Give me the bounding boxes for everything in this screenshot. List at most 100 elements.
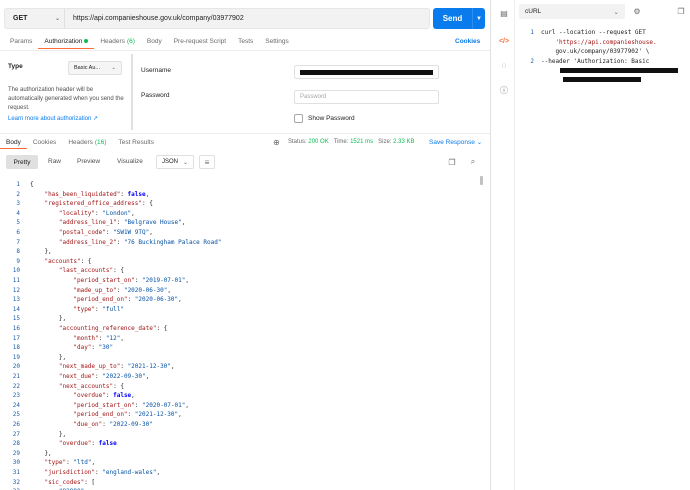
code-token: "made_up_to" — [73, 286, 117, 294]
response-body-code[interactable]: 1{2 "has_been_liquidated": false, 3 "regi… — [0, 176, 480, 490]
code-token: "period_start_on" — [73, 277, 135, 284]
tab-label: Cookies — [32, 139, 57, 146]
line-number: 2 — [530, 57, 534, 65]
snippet-line: gov.uk/company/03977902' \ — [519, 47, 649, 57]
line-number: 7 — [16, 238, 20, 246]
code-token: : — [91, 344, 99, 352]
code-line: 10 "last_accounts": { — [0, 266, 478, 276]
code-line: 17 "month": "12", — [0, 334, 478, 344]
wrap-lines-icon[interactable]: ≡ — [199, 155, 215, 169]
view-visualize-button[interactable]: Visualize — [117, 158, 143, 165]
status-bar: Status: 200 OK Time: 1521 ms Size: 2.33 … — [288, 139, 414, 145]
panel-splitter[interactable] — [131, 54, 133, 130]
info-icon[interactable]: ⓘ — [499, 85, 509, 95]
code-line: 4 "locality": "London", — [0, 209, 478, 219]
tab-label: Authorization — [44, 37, 83, 45]
line-number: 17 — [12, 334, 20, 342]
code-line: 27 }, — [0, 430, 478, 440]
line-number: 13 — [12, 296, 20, 304]
auth-info-text: The authorization header will be automat… — [8, 87, 124, 111]
code-token: "month" — [73, 334, 99, 342]
code-line: 15 }, — [0, 314, 478, 324]
code-token: "type" — [44, 459, 67, 467]
code-token: , — [178, 411, 182, 419]
code-line: 28 "overdue": false — [0, 439, 478, 449]
redacted-username — [300, 70, 433, 75]
tab-label: Pre-request Script — [173, 38, 227, 45]
code-token: "locality" — [58, 209, 96, 217]
tab-body[interactable]: Body — [141, 34, 168, 49]
code-line: 24 "period_start_on": "2020-07-01", — [0, 401, 478, 411]
save-response-button[interactable]: Save Response ⌄ — [429, 138, 482, 146]
code-token: "type" — [73, 305, 96, 313]
code-line: 8 }, — [0, 247, 478, 257]
scrollbar[interactable] — [480, 176, 483, 185]
password-field[interactable]: Password — [294, 90, 439, 104]
code-token: "London" — [102, 209, 132, 217]
snippet-text: --header 'Authorization: Basic — [541, 57, 650, 65]
send-button[interactable]: Send ▼ — [433, 8, 485, 29]
tab-pre-request-script[interactable]: Pre-request Script — [168, 34, 232, 49]
copy-snippet-icon[interactable]: ❐ — [676, 6, 686, 16]
search-icon[interactable]: ⌕ — [468, 157, 478, 167]
code-token: : — [102, 421, 110, 428]
code-line: 18 "day": "30" — [0, 343, 478, 353]
send-dropdown-icon[interactable]: ▼ — [472, 8, 485, 29]
code-token: "12" — [105, 334, 121, 342]
method-select[interactable]: GET ⌄ — [5, 9, 65, 28]
time-label: Time: — [333, 139, 349, 145]
code-token: , — [185, 401, 189, 409]
learn-more-link[interactable]: Learn more about authorization ↗ — [8, 115, 98, 122]
response-tab-test-results[interactable]: Test Results — [112, 136, 159, 149]
format-select[interactable]: JSON ⌄ — [156, 155, 194, 169]
code-language-select[interactable]: cURL ⌄ — [519, 4, 625, 19]
snippet-text: gov.uk/company/03977902' \ — [541, 48, 650, 55]
tab-label: Tests — [238, 38, 254, 45]
code-token: "30" — [98, 344, 114, 352]
comments-icon[interactable]: ◌ — [499, 60, 509, 70]
gear-icon[interactable]: ⚙ — [632, 6, 642, 16]
tab-settings[interactable]: Settings — [259, 34, 295, 49]
documentation-icon[interactable]: ▤ — [499, 8, 509, 18]
line-number: 28 — [12, 440, 20, 448]
code-token: , — [156, 469, 161, 476]
tab-authorization[interactable]: Authorization — [38, 34, 95, 49]
view-preview-button[interactable]: Preview — [77, 158, 100, 165]
cookies-link[interactable]: Cookies — [455, 38, 480, 45]
code-token: , — [181, 219, 186, 227]
url-input[interactable]: https://api.companieshouse.gov.uk/compan… — [65, 15, 244, 22]
code-token: : — [134, 277, 143, 284]
line-number: 1 — [16, 181, 20, 188]
code-line: 13 "period_end_on": "2020-06-30", — [0, 295, 478, 305]
code-token: , — [170, 363, 175, 371]
code-line: 12 "made_up_to": "2020-06-30", — [0, 286, 478, 296]
code-token: }, — [30, 248, 52, 256]
line-number: 18 — [12, 344, 20, 352]
response-tab-body[interactable]: Body — [0, 136, 27, 149]
view-raw-button[interactable]: Raw — [48, 158, 61, 165]
code-token: , — [149, 229, 153, 236]
view-pretty-button[interactable]: Pretty — [6, 155, 38, 169]
code-icon[interactable]: </> — [499, 36, 509, 46]
line-number: 27 — [12, 430, 20, 438]
response-tab-headers[interactable]: Headers (16) — [62, 136, 112, 149]
size-label: Size: — [378, 139, 392, 145]
tab-params[interactable]: Params — [4, 34, 38, 49]
response-tab-cookies[interactable]: Cookies — [27, 136, 62, 149]
chevron-down-icon: ⌄ — [613, 8, 619, 16]
code-token: "next_made_up_to" — [58, 363, 121, 371]
code-token: : { — [80, 257, 92, 265]
code-token: "jurisdiction" — [44, 469, 96, 476]
copy-icon[interactable]: ❐ — [447, 157, 457, 167]
auth-type-select[interactable]: Basic Au... ⌄ — [68, 61, 122, 75]
show-password-checkbox[interactable] — [294, 114, 303, 123]
tab-headers[interactable]: Headers (6) — [94, 34, 141, 49]
code-line: 20 "next_made_up_to": "2021-12-30", — [0, 362, 478, 372]
code-token: "overdue" — [73, 392, 106, 400]
line-number: 15 — [12, 315, 20, 323]
tab-tests[interactable]: Tests — [232, 34, 259, 49]
